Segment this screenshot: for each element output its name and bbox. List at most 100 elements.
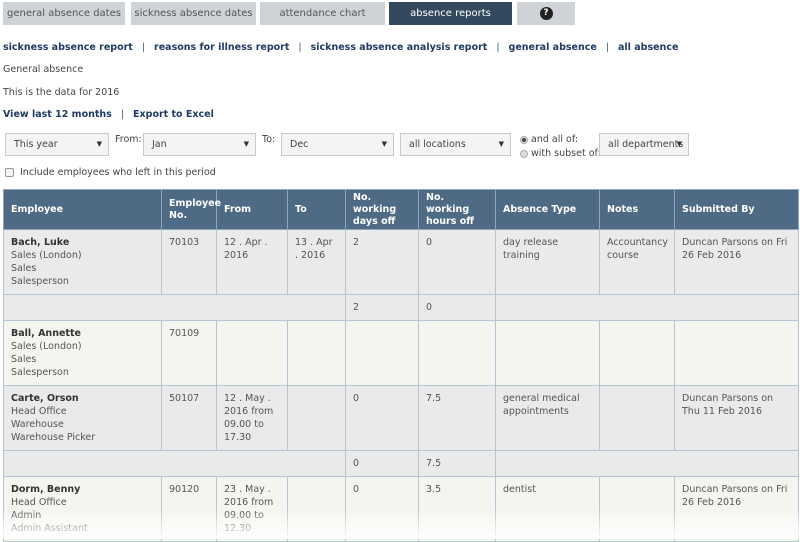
separator: |	[120, 109, 125, 120]
total-spacer	[3, 294, 346, 321]
department-select[interactable]: all departments ▼	[599, 133, 689, 156]
employee-name[interactable]: Ball, Annette	[11, 327, 154, 340]
total-spacer	[495, 450, 799, 477]
total-spacer	[3, 450, 346, 477]
employee-role: Warehouse Picker	[11, 432, 96, 443]
page-heading: General absence	[3, 64, 84, 75]
table-row: Dorm, Benny Head Office Admin Admin Assi…	[3, 476, 799, 542]
hours-off-cell: 7.5	[418, 385, 496, 451]
employee-cell: Dorm, Benny Head Office Admin Admin Assi…	[3, 476, 162, 542]
employee-name[interactable]: Bach, Luke	[11, 236, 154, 249]
employee-no-cell: 70103	[161, 229, 217, 295]
separator: |	[298, 42, 302, 53]
col-submitted-by[interactable]: Submitted By	[674, 189, 799, 230]
to-label: To:	[262, 134, 276, 145]
separator: |	[605, 42, 610, 53]
dropdown-arrow-icon: ▼	[96, 140, 102, 148]
view-last-12-months-link[interactable]: View last 12 months	[3, 109, 112, 120]
employee-cell: Carte, Orson Head Office Warehouse Wareh…	[3, 385, 162, 451]
dropdown-arrow-icon: ▼	[243, 140, 249, 148]
tab-general-absence-dates[interactable]: general absence dates	[3, 2, 125, 25]
submitted-by-cell	[674, 320, 799, 386]
col-employee[interactable]: Employee	[3, 189, 162, 230]
from-cell: 23 . May . 2016 from 09.00 to 12.30	[216, 476, 288, 542]
from-month-select[interactable]: Jan ▼	[143, 133, 256, 156]
link-reasons-for-illness-report[interactable]: reasons for illness report	[154, 42, 289, 53]
from-label: From:	[115, 134, 142, 145]
absence-type-cell: day release training	[495, 229, 600, 295]
employee-location: Head Office	[11, 406, 67, 417]
col-absence-type[interactable]: Absence Type	[495, 189, 600, 230]
radio-button[interactable]	[520, 149, 528, 158]
link-all-absence[interactable]: all absence	[618, 42, 678, 53]
days-off-cell: 2	[345, 229, 419, 295]
col-from[interactable]: From	[216, 189, 288, 230]
location-select[interactable]: all locations ▼	[400, 133, 511, 156]
from-month-value: Jan	[152, 139, 167, 150]
employee-name[interactable]: Carte, Orson	[11, 392, 154, 405]
col-employee-no[interactable]: Employee No.	[161, 189, 221, 230]
include-left-employees[interactable]: Include employees who left in this perio…	[5, 167, 216, 178]
total-row: 2 0	[3, 294, 799, 321]
total-days-cell: 2	[345, 294, 419, 321]
employee-cell: Bach, Luke Sales (London) Sales Salesper…	[3, 229, 162, 295]
dropdown-arrow-icon: ▼	[676, 140, 682, 148]
employee-role: Salesperson	[11, 367, 69, 378]
total-hours-cell: 7.5	[418, 450, 496, 477]
total-row: 0 7.5	[3, 450, 799, 477]
submitted-by-cell: Duncan Parsons on Fri 26 Feb 2016	[674, 229, 799, 295]
absence-report-table: Employee Employee No. From To No. workin…	[3, 189, 799, 542]
employee-cell: Ball, Annette Sales (London) Sales Sales…	[3, 320, 162, 386]
table-row: Bach, Luke Sales (London) Sales Salesper…	[3, 229, 799, 295]
submitted-by-cell: Duncan Parsons on Fri 26 Feb 2016	[674, 476, 799, 542]
link-sickness-absence-report[interactable]: sickness absence report	[3, 42, 133, 53]
total-hours-cell: 0	[418, 294, 496, 321]
employee-department: Warehouse	[11, 419, 64, 430]
period-select[interactable]: This year ▼	[5, 133, 109, 156]
help-button[interactable]: ?	[517, 2, 575, 25]
employee-no-cell: 90120	[161, 476, 217, 542]
from-cell: 12 . Apr . 2016	[216, 229, 288, 295]
to-cell	[287, 476, 346, 542]
link-general-absence[interactable]: general absence	[509, 42, 597, 53]
radio-label: and all of:	[531, 134, 579, 145]
to-cell	[287, 320, 346, 386]
col-notes[interactable]: Notes	[599, 189, 675, 230]
radio-and-all-of[interactable]: and all of:	[520, 134, 578, 145]
to-month-value: Dec	[290, 139, 309, 150]
include-left-checkbox[interactable]	[5, 168, 14, 177]
col-to[interactable]: To	[287, 189, 346, 230]
col-days-off[interactable]: No. working days off	[345, 189, 419, 230]
to-month-select[interactable]: Dec ▼	[281, 133, 394, 156]
employee-department: Sales	[11, 354, 37, 365]
separator: |	[141, 42, 146, 53]
radio-button-checked[interactable]	[520, 135, 528, 144]
hours-off-cell: 3.5	[418, 476, 496, 542]
employee-location: Sales (London)	[11, 341, 82, 352]
export-to-excel-link[interactable]: Export to Excel	[133, 109, 214, 120]
days-off-cell: 0	[345, 476, 419, 542]
days-off-cell	[345, 320, 419, 386]
to-cell: 13 . Apr . 2016	[287, 229, 346, 295]
tab-absence-reports[interactable]: absence reports	[389, 2, 512, 25]
dropdown-arrow-icon: ▼	[381, 140, 387, 148]
from-cell: 12 . May . 2016 from 09.00 to 17.30	[216, 385, 288, 451]
employee-location: Sales (London)	[11, 250, 82, 261]
table-row: Carte, Orson Head Office Warehouse Wareh…	[3, 385, 799, 451]
col-hours-off[interactable]: No. working hours off	[418, 189, 496, 230]
radio-with-subset-of[interactable]: with subset of:	[520, 148, 601, 159]
data-note: This is the data for 2016	[3, 87, 120, 98]
employee-role: Admin Assistant	[11, 523, 88, 534]
tab-sickness-absence-dates[interactable]: sickness absence dates	[131, 2, 256, 25]
employee-no-cell: 70109	[161, 320, 217, 386]
employee-location: Head Office	[11, 497, 67, 508]
table-header-row: Employee Employee No. From To No. workin…	[3, 189, 799, 230]
absence-type-cell: dentist	[495, 476, 600, 542]
location-value: all locations	[409, 139, 466, 150]
hours-off-cell	[418, 320, 496, 386]
employee-name[interactable]: Dorm, Benny	[11, 483, 154, 496]
employee-no-cell: 50107	[161, 385, 217, 451]
link-sickness-absence-analysis-report[interactable]: sickness absence analysis report	[311, 42, 488, 53]
tab-attendance-chart[interactable]: attendance chart	[260, 2, 385, 25]
total-spacer	[495, 294, 799, 321]
